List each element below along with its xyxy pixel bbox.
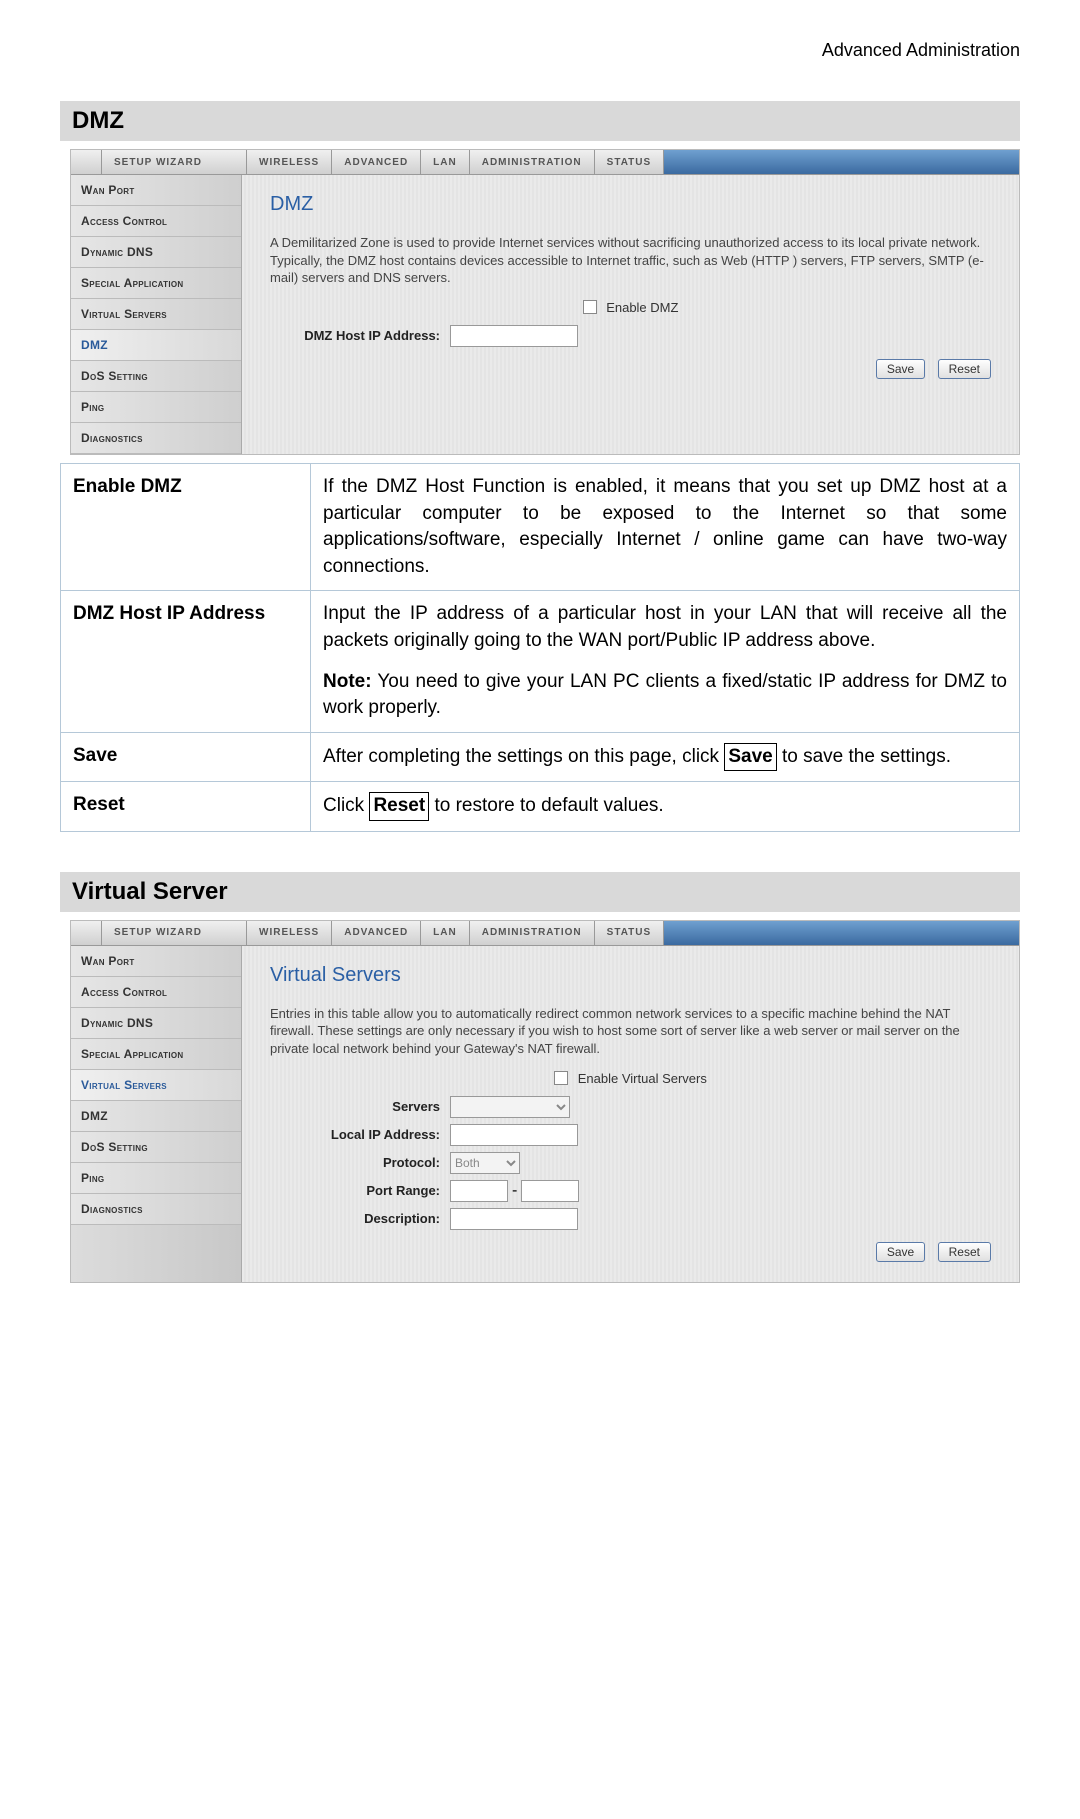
dmz-ip-input[interactable] [450, 325, 578, 347]
enable-vs-row: Enable Virtual Servers [270, 1070, 991, 1086]
enable-vs-label: Enable Virtual Servers [578, 1071, 707, 1086]
sidebar-item-wan-port[interactable]: Wan Port [71, 175, 241, 206]
tab-status[interactable]: Status [595, 150, 665, 174]
reset-boxed: Reset [369, 792, 429, 821]
sidebar: Wan Port Access Control Dynamic DNS Spec… [71, 175, 242, 454]
tab-wireless-vs[interactable]: Wireless [247, 921, 332, 945]
tab-status-vs[interactable]: Status [595, 921, 665, 945]
description-label: Description: [270, 1211, 450, 1226]
save-button[interactable]: Save [876, 359, 925, 379]
tab-lan-vs[interactable]: LAN [421, 921, 470, 945]
port-range-to-input[interactable] [521, 1180, 579, 1202]
sidebar-item-special-application-vs[interactable]: Special Application [71, 1039, 241, 1070]
port-range-sep: - [512, 1182, 517, 1200]
router-panel-dmz: Setup Wizard Wireless Advanced LAN Admin… [70, 149, 1020, 455]
desc-val-save: After completing the settings on this pa… [311, 732, 1020, 782]
tab-administration[interactable]: Administration [470, 150, 595, 174]
protocol-label: Protocol: [270, 1155, 450, 1170]
content-desc-vs: Entries in this table allow you to autom… [270, 1005, 991, 1058]
protocol-select[interactable]: Both [450, 1152, 520, 1174]
desc-val-dmz-ip-p1: Input the IP address of a particular hos… [323, 601, 1007, 654]
tab-advanced-vs[interactable]: Advanced [332, 921, 421, 945]
servers-label: Servers [270, 1099, 450, 1114]
desc-val-reset: Click Reset to restore to default values… [311, 782, 1020, 832]
description-input[interactable] [450, 1208, 578, 1230]
save-text-c: to save the settings. [777, 746, 951, 767]
tab-spacer-vs [71, 921, 102, 945]
enable-dmz-row: Enable DMZ [270, 299, 991, 315]
desc-key-dmz-ip: DMZ Host IP Address [61, 591, 311, 732]
desc-key-reset: Reset [61, 782, 311, 832]
desc-val-enable-dmz: If the DMZ Host Function is enabled, it … [311, 464, 1020, 591]
dmz-ip-label: DMZ Host IP Address: [270, 328, 450, 343]
save-text-a: After completing the settings on this pa… [323, 746, 724, 767]
sidebar-item-access-control-vs[interactable]: Access Control [71, 977, 241, 1008]
tab-spacer [71, 150, 102, 174]
sidebar-item-diagnostics-vs[interactable]: Diagnostics [71, 1194, 241, 1225]
desc-key-enable-dmz: Enable DMZ [61, 464, 311, 591]
reset-button[interactable]: Reset [938, 359, 991, 379]
desc-key-save: Save [61, 732, 311, 782]
sidebar-item-dos-setting[interactable]: DoS Setting [71, 361, 241, 392]
reset-button-vs[interactable]: Reset [938, 1242, 991, 1262]
sidebar-item-wan-port-vs[interactable]: Wan Port [71, 946, 241, 977]
enable-dmz-checkbox[interactable] [583, 300, 597, 314]
sidebar-vs: Wan Port Access Control Dynamic DNS Spec… [71, 946, 242, 1282]
content-desc: A Demilitarized Zone is used to provide … [270, 234, 991, 287]
enable-vs-checkbox[interactable] [554, 1071, 568, 1085]
save-boxed: Save [724, 743, 776, 772]
sidebar-item-dmz[interactable]: DMZ [71, 330, 241, 361]
sidebar-item-access-control[interactable]: Access Control [71, 206, 241, 237]
top-tabs-vs: Setup Wizard Wireless Advanced LAN Admin… [71, 921, 1019, 946]
sidebar-item-diagnostics[interactable]: Diagnostics [71, 423, 241, 454]
dmz-description-table: Enable DMZ If the DMZ Host Function is e… [60, 463, 1020, 832]
local-ip-input[interactable] [450, 1124, 578, 1146]
sidebar-item-virtual-servers[interactable]: Virtual Servers [71, 299, 241, 330]
content-title-vs: Virtual Servers [270, 964, 991, 987]
router-panel-vs: Setup Wizard Wireless Advanced LAN Admin… [70, 920, 1020, 1283]
save-button-vs[interactable]: Save [876, 1242, 925, 1262]
enable-dmz-label: Enable DMZ [606, 300, 678, 315]
content-vs: Virtual Servers Entries in this table al… [242, 946, 1019, 1282]
section-title-virtual-server: Virtual Server [60, 872, 1020, 912]
port-range-label: Port Range: [270, 1183, 450, 1198]
content-title: DMZ [270, 193, 991, 216]
note-label: Note: [323, 671, 372, 692]
local-ip-label: Local IP Address: [270, 1127, 450, 1142]
content-dmz: DMZ A Demilitarized Zone is used to prov… [242, 175, 1019, 454]
tab-administration-vs[interactable]: Administration [470, 921, 595, 945]
tab-wireless[interactable]: Wireless [247, 150, 332, 174]
tab-filler-vs [664, 921, 1019, 945]
sidebar-item-dmz-vs[interactable]: DMZ [71, 1101, 241, 1132]
page-header: Advanced Administration [60, 40, 1020, 61]
sidebar-item-ping[interactable]: Ping [71, 392, 241, 423]
tab-advanced[interactable]: Advanced [332, 150, 421, 174]
tab-filler [664, 150, 1019, 174]
reset-text-a: Click [323, 795, 369, 816]
sidebar-item-dynamic-dns[interactable]: Dynamic DNS [71, 237, 241, 268]
note-text: You need to give your LAN PC clients a f… [323, 671, 1007, 719]
sidebar-item-dynamic-dns-vs[interactable]: Dynamic DNS [71, 1008, 241, 1039]
section-title-dmz: DMZ [60, 101, 1020, 141]
desc-val-dmz-ip-note: Note: You need to give your LAN PC clien… [323, 669, 1007, 722]
sidebar-item-special-application[interactable]: Special Application [71, 268, 241, 299]
sidebar-item-dos-setting-vs[interactable]: DoS Setting [71, 1132, 241, 1163]
tab-setup-wizard-vs[interactable]: Setup Wizard [102, 921, 247, 945]
desc-val-dmz-ip: Input the IP address of a particular hos… [311, 591, 1020, 732]
reset-text-c: to restore to default values. [429, 795, 663, 816]
sidebar-item-virtual-servers-vs[interactable]: Virtual Servers [71, 1070, 241, 1101]
top-tabs: Setup Wizard Wireless Advanced LAN Admin… [71, 150, 1019, 175]
tab-lan[interactable]: LAN [421, 150, 470, 174]
port-range-from-input[interactable] [450, 1180, 508, 1202]
sidebar-item-ping-vs[interactable]: Ping [71, 1163, 241, 1194]
servers-select[interactable] [450, 1096, 570, 1118]
tab-setup-wizard[interactable]: Setup Wizard [102, 150, 247, 174]
